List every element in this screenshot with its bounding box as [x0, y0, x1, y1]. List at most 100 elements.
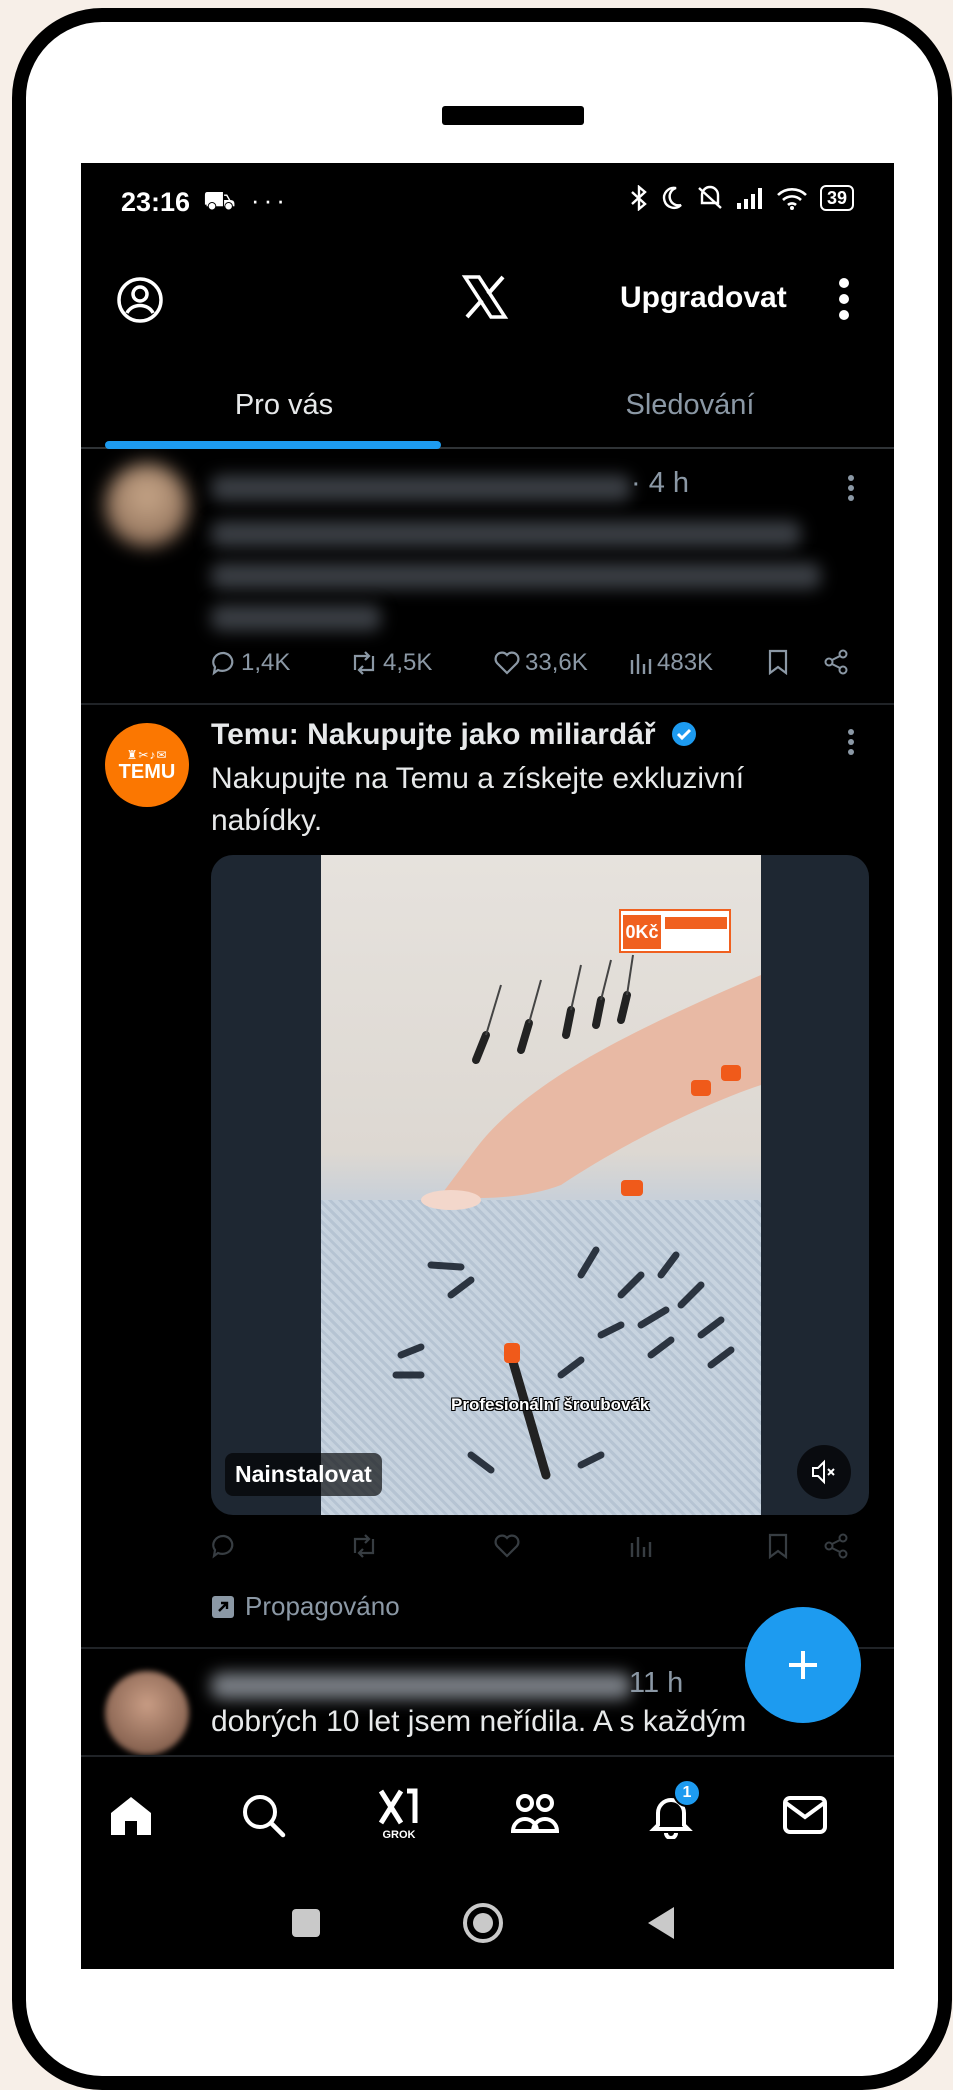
more-vertical-icon — [839, 278, 849, 320]
post1-time: · 4 h — [631, 467, 690, 499]
compose-post-button[interactable] — [745, 1607, 861, 1723]
post3-author-blurred — [211, 1673, 631, 1699]
like-button[interactable] — [493, 1533, 521, 1559]
temu-logo-text: TEMU — [118, 761, 176, 783]
recents-button[interactable] — [291, 1908, 321, 1938]
post1-author-blurred — [211, 475, 631, 501]
plus-icon — [789, 1651, 817, 1679]
repost-button[interactable]: 4,5K — [349, 649, 432, 677]
heart-icon — [494, 1534, 520, 1558]
share-button[interactable] — [823, 1533, 849, 1559]
ad-body-text: Nakupujte na Temu a získejte exkluzivní … — [211, 762, 745, 837]
install-button[interactable]: Nainstalovat — [225, 1453, 382, 1496]
volume-muted-icon — [812, 1459, 835, 1485]
repost-icon — [353, 651, 375, 675]
views-icon — [630, 1537, 652, 1557]
bookmark-button[interactable] — [767, 1533, 789, 1559]
post3-text: dobrých 10 let jsem neřídila. A s každým — [211, 1705, 747, 1738]
upgrade-button[interactable]: Upgradovat — [620, 281, 787, 315]
bottom-navigation: GROK 1 — [81, 1755, 894, 1875]
reply-count: 1,4K — [241, 649, 291, 676]
repost-count: 4,5K — [383, 649, 433, 676]
home-circle-icon — [463, 1903, 503, 1943]
profile-icon — [117, 277, 163, 323]
nav-search[interactable] — [233, 1785, 293, 1845]
nav-grok[interactable]: GROK — [369, 1785, 429, 1845]
tab-following[interactable]: Sledování — [487, 363, 893, 447]
battery-indicator: 39 — [819, 185, 854, 211]
nav-home[interactable] — [101, 1785, 161, 1845]
bluetooth-icon — [631, 185, 647, 211]
phone-speaker — [442, 106, 584, 125]
recents-icon — [292, 1909, 320, 1937]
ad-author-name[interactable]: Temu: Nakupujte jako miliardář — [211, 718, 698, 752]
views-button[interactable] — [629, 1533, 653, 1559]
status-bar: 23:16 ⛟ ··· 39 — [81, 163, 894, 243]
promoted-label[interactable]: Propagováno — [211, 1591, 400, 1622]
grok-icon — [378, 1788, 418, 1825]
bookmark-icon — [768, 1533, 788, 1559]
nav-communities[interactable] — [505, 1785, 565, 1845]
post1-avatar[interactable] — [105, 463, 189, 547]
tab-for-you[interactable]: Pro vás — [81, 363, 487, 447]
bookmark-button[interactable] — [767, 649, 789, 675]
ad-author-label: Temu: Nakupujte jako miliardář — [211, 718, 656, 751]
signal-icon — [736, 188, 762, 209]
repost-icon — [353, 1534, 375, 1558]
reply-icon — [212, 651, 234, 676]
back-triangle-icon — [648, 1907, 674, 1939]
app-top-bar: Upgradovat — [81, 253, 894, 363]
reply-button[interactable] — [211, 1533, 237, 1559]
share-button[interactable] — [823, 649, 849, 675]
feed-tabs: Pro vás Sledování — [81, 363, 894, 449]
ad-video[interactable]: 0Kč Profesionální šroubovák — [321, 855, 761, 1515]
bookmark-icon — [768, 649, 788, 675]
status-notification-icons: ⛟ ··· — [203, 185, 289, 215]
more-options-button[interactable] — [837, 275, 851, 328]
notification-badge: 1 — [673, 1779, 701, 1807]
share-icon — [824, 649, 848, 675]
repost-button[interactable] — [349, 1533, 379, 1559]
status-time: 23:16 — [121, 187, 191, 217]
post3-avatar[interactable] — [105, 1671, 189, 1755]
video-scene-tools — [392, 954, 761, 1480]
like-button[interactable]: 33,6K — [493, 649, 588, 677]
temu-logo-symbols: ♜✂♪✉ — [126, 748, 168, 762]
views-icon — [630, 654, 652, 674]
x-logo[interactable] — [461, 273, 509, 326]
post1-text-line-blurred — [211, 521, 801, 547]
video-caption: Profesionální šroubovák — [451, 1395, 650, 1414]
post1-more-button[interactable] — [847, 475, 855, 506]
price-badge-text: 0Kč — [623, 915, 661, 949]
more-vertical-icon — [848, 729, 854, 755]
views-button[interactable]: 483K — [629, 649, 713, 677]
x-app-screen: 23:16 ⛟ ··· 39 Upgradovat Pro vás Sledov… — [81, 163, 894, 1969]
home-system-button[interactable] — [461, 1901, 505, 1945]
temu-avatar[interactable]: ♜✂♪✉ TEMU — [105, 723, 189, 807]
active-tab-indicator — [105, 441, 441, 449]
ad-more-button[interactable] — [847, 729, 855, 760]
back-button[interactable] — [646, 1905, 676, 1941]
mute-button[interactable] — [797, 1445, 851, 1499]
share-icon — [824, 1533, 848, 1559]
wifi-icon — [777, 188, 807, 210]
x-logo-icon — [461, 275, 509, 319]
mute-vibrate-icon — [698, 185, 722, 209]
ad-video-card[interactable]: 0Kč Profesionální šroubovák Nainstalovat — [211, 855, 869, 1515]
status-right-icons: 39 — [630, 185, 854, 211]
grok-label: GROK — [382, 1829, 416, 1841]
post-divider — [81, 703, 894, 705]
like-count: 33,6K — [525, 649, 588, 676]
nav-notifications[interactable]: 1 — [641, 1779, 701, 1845]
nav-messages[interactable] — [775, 1785, 835, 1845]
heart-icon — [494, 651, 520, 675]
reply-button[interactable]: 1,4K — [211, 649, 290, 677]
search-icon — [243, 1795, 286, 1838]
profile-button[interactable] — [115, 275, 165, 330]
more-vertical-icon — [848, 475, 854, 501]
moon-icon — [662, 186, 682, 209]
post1-text-line-blurred — [211, 563, 821, 589]
promoted-text: Propagováno — [245, 1591, 400, 1621]
price-badge: 0Kč — [619, 909, 731, 953]
promoted-icon — [212, 1595, 234, 1618]
